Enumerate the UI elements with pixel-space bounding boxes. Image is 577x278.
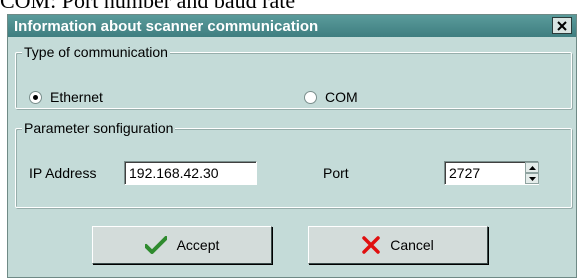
page-caption: COM: Port number and baud rate [0, 0, 296, 13]
spin-down-button[interactable] [525, 173, 539, 184]
radio-com[interactable]: COM [304, 89, 358, 105]
radio-com-label: COM [325, 89, 358, 105]
cancel-button-label: Cancel [390, 237, 434, 253]
red-x-icon [362, 236, 380, 254]
title-bar[interactable]: Information about scanner communication [8, 15, 576, 37]
ip-address-label: IP Address [29, 165, 97, 181]
close-button[interactable] [552, 17, 572, 34]
radio-ethernet-indicator[interactable] [29, 90, 42, 104]
accept-button[interactable]: Accept [92, 226, 272, 264]
radio-com-indicator[interactable] [304, 90, 317, 104]
port-label: Port [323, 165, 349, 181]
scanner-communication-dialog: Information about scanner communication … [7, 14, 577, 278]
arrow-up-icon [528, 165, 536, 170]
spin-up-button[interactable] [525, 162, 539, 173]
communication-type-legend: Type of communication [22, 44, 170, 60]
port-spinner[interactable] [525, 162, 539, 184]
cancel-button[interactable]: Cancel [308, 226, 488, 264]
close-x-icon [557, 20, 567, 31]
radio-ethernet[interactable]: Ethernet [29, 89, 103, 105]
parameter-configuration-legend: Parameter sonfiguration [22, 120, 176, 136]
dialog-title: Information about scanner communication [14, 18, 319, 35]
accept-button-label: Accept [176, 237, 220, 253]
checkmark-icon [144, 236, 167, 254]
radio-ethernet-label: Ethernet [50, 89, 103, 105]
arrow-down-icon [528, 176, 536, 181]
ip-address-field[interactable]: 192.168.42.30 [124, 161, 257, 185]
